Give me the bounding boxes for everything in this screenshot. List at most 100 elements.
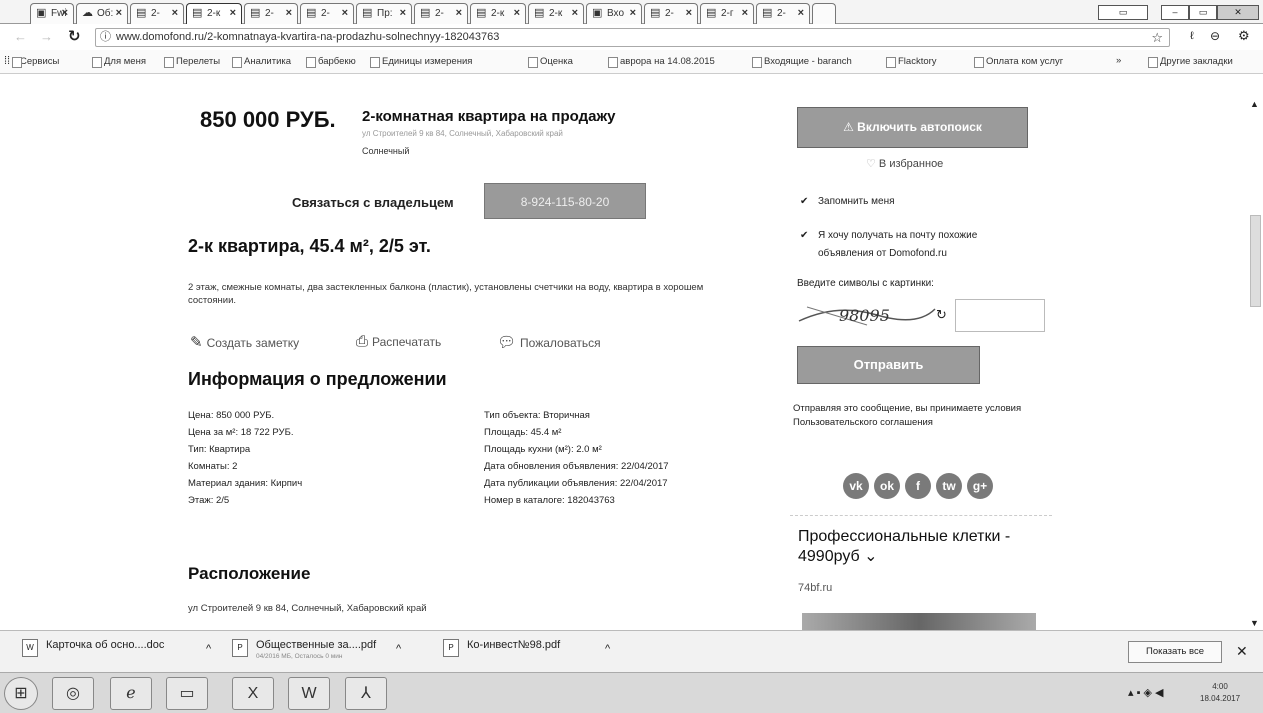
download-item[interactable]: P Ко-инвест№98.pdf ^ [443,637,633,667]
back-icon[interactable]: ← [14,29,27,44]
chevron-up-icon[interactable]: ^ [206,643,211,655]
remember-me-checkbox[interactable]: ✔ Запомнить меня [800,194,895,210]
close-tab-icon[interactable]: × [62,4,68,23]
odnoklassniki-icon[interactable]: ok [874,473,900,499]
browser-tab[interactable]: ▤ 2-к × [470,3,526,24]
browser-tab[interactable]: ▤ 2- × [300,3,354,24]
info-row: Площадь: 45.4 м² [484,427,562,438]
chevron-up-icon[interactable]: ^ [605,643,610,655]
bookmark-item[interactable]: Единицы измерения [370,55,472,69]
similar-ads-checkbox[interactable]: ✔ Я хочу получать на почту похожие [800,228,977,244]
close-tab-icon[interactable]: × [342,4,348,23]
bookmark-item[interactable]: Для меня [92,55,146,69]
report-button[interactable]: 💬︎ Пожаловаться [497,333,601,351]
send-button[interactable]: Отправить [797,346,980,384]
show-all-downloads-button[interactable]: Показать все [1128,641,1222,663]
browser-tab[interactable]: ▤ 2- × [244,3,298,24]
bookmark-item[interactable]: Сервисы [12,55,59,69]
explorer-taskbar-icon[interactable]: ▭ [166,677,208,710]
bookmark-item[interactable]: Оплата ком услуг [974,55,1063,69]
scroll-up-arrow[interactable]: ▲ [1250,99,1259,109]
similar-ads-label: Я хочу получать на почту похожие [818,230,978,241]
excel-taskbar-icon[interactable]: X [232,677,274,710]
chevron-up-icon[interactable]: ^ [396,643,401,655]
pdf-file-icon: P [443,639,459,657]
browser-tab[interactable]: ☁ Об: × [76,3,128,24]
close-downloads-icon[interactable]: ✕ [1236,643,1248,660]
browser-tab[interactable]: ▤ 2- × [130,3,184,24]
scrollbar-thumb[interactable] [1250,215,1261,307]
extension-icon[interactable]: ℓ [1190,30,1194,42]
bookmark-item[interactable]: Flacktory [886,55,937,69]
start-button-icon[interactable]: ⊞ [4,677,38,710]
acrobat-taskbar-icon[interactable]: ⅄ [345,677,387,710]
close-tab-icon[interactable]: × [172,4,178,23]
browser-tab[interactable]: ▤ 2-к × [528,3,584,24]
print-button[interactable]: ⎙ Распечатать [356,333,441,350]
browser-tab[interactable]: ▤ 2- × [756,3,810,24]
address-bar: ← → ↻ ⓘ www.domofond.ru/2-komnatnaya-kva… [0,24,1263,50]
clock[interactable]: 4:00 18.04.2017 [1200,681,1240,705]
url-field[interactable]: ⓘ www.domofond.ru/2-komnatnaya-kvartira-… [95,28,1170,47]
info-icon[interactable]: ⓘ [100,29,111,46]
scroll-down-arrow[interactable]: ▼ [1250,618,1259,628]
add-to-favorites-button[interactable]: ♡ В избранное [866,157,943,170]
close-window-button[interactable]: ✕ [1217,5,1259,20]
twitter-icon[interactable]: tw [936,473,962,499]
word-taskbar-icon[interactable]: W [288,677,330,710]
bookmark-star-icon[interactable]: ☆ [1151,29,1163,46]
close-tab-icon[interactable]: × [116,4,122,23]
ad-image[interactable] [802,613,1036,630]
close-tab-icon[interactable]: × [572,4,578,23]
bookmark-item[interactable]: Перелеты [164,55,220,69]
profile-button[interactable]: ▭ [1098,5,1148,20]
bookmark-item[interactable]: барбекю [306,55,356,69]
close-tab-icon[interactable]: × [456,4,462,23]
browser-tab[interactable]: ▣ Вхо × [586,3,642,24]
reload-icon[interactable]: ↻ [68,27,81,45]
ie-taskbar-icon[interactable]: ℯ [110,677,152,710]
close-tab-icon[interactable]: × [230,4,236,23]
autosearch-button[interactable]: ⚠ Включить автопоиск [797,107,1028,148]
ad-domain[interactable]: 74bf.ru [798,582,832,594]
maximize-button[interactable]: ▭ [1189,5,1217,20]
download-item[interactable]: P Общественные за....pdf 04/2016 МБ, Ост… [232,637,432,667]
minimize-button[interactable]: ‒ [1161,5,1189,20]
create-note-button[interactable]: ✎ Создать заметку [190,333,299,351]
close-tab-icon[interactable]: × [630,4,636,23]
browser-tab[interactable]: ▤ Пр: × [356,3,412,24]
tray-icons[interactable]: ▴ ▪ ◈ ◀︎ [1128,686,1164,699]
ad-title[interactable]: Профессиональные клетки - 4990руб ⌄ [798,527,1038,567]
bookmark-item[interactable]: Другие закладки [1148,55,1233,69]
bookmark-item[interactable]: Аналитика [232,55,291,69]
apps-icon[interactable]: ⁞⁞ [4,55,10,67]
new-tab-button[interactable] [812,3,836,24]
captcha-input[interactable] [955,299,1045,332]
bookmark-item[interactable]: аврора на 14.08.2015 [608,55,715,69]
refresh-captcha-icon[interactable]: ↻ [936,307,947,323]
bookmark-item[interactable]: Оценка [528,55,573,69]
close-tab-icon[interactable]: × [400,4,406,23]
browser-tab[interactable]: ▤ 2- × [414,3,468,24]
close-tab-icon[interactable]: × [286,4,292,23]
browser-tab[interactable]: ▣ Fwi × [30,3,74,24]
close-tab-icon[interactable]: × [686,4,692,23]
forward-icon[interactable]: → [40,29,53,44]
download-item[interactable]: W Карточка об осно....doc ^ [22,637,222,667]
google-plus-icon[interactable]: g+ [967,473,993,499]
close-tab-icon[interactable]: × [798,4,804,23]
settings-icon[interactable]: ⚙ [1238,28,1250,44]
chevron-down-icon: ⌄ [864,548,878,565]
extension-icon[interactable]: ⊖ [1210,29,1220,43]
bookmark-item[interactable]: Входящие - baranch [752,55,852,69]
browser-tab[interactable]: ▤ 2-г × [700,3,754,24]
vk-icon[interactable]: vk [843,473,869,499]
chrome-taskbar-icon[interactable]: ◎ [52,677,94,710]
facebook-icon[interactable]: f [905,473,931,499]
close-tab-icon[interactable]: × [742,4,748,23]
phone-button[interactable]: 8-924-115-80-20 [484,183,646,219]
close-tab-icon[interactable]: × [514,4,520,23]
browser-tab-active[interactable]: ▤ 2-к × [186,3,242,24]
browser-tab[interactable]: ▤ 2- × [644,3,698,24]
more-bookmarks-button[interactable]: » [1116,55,1121,66]
